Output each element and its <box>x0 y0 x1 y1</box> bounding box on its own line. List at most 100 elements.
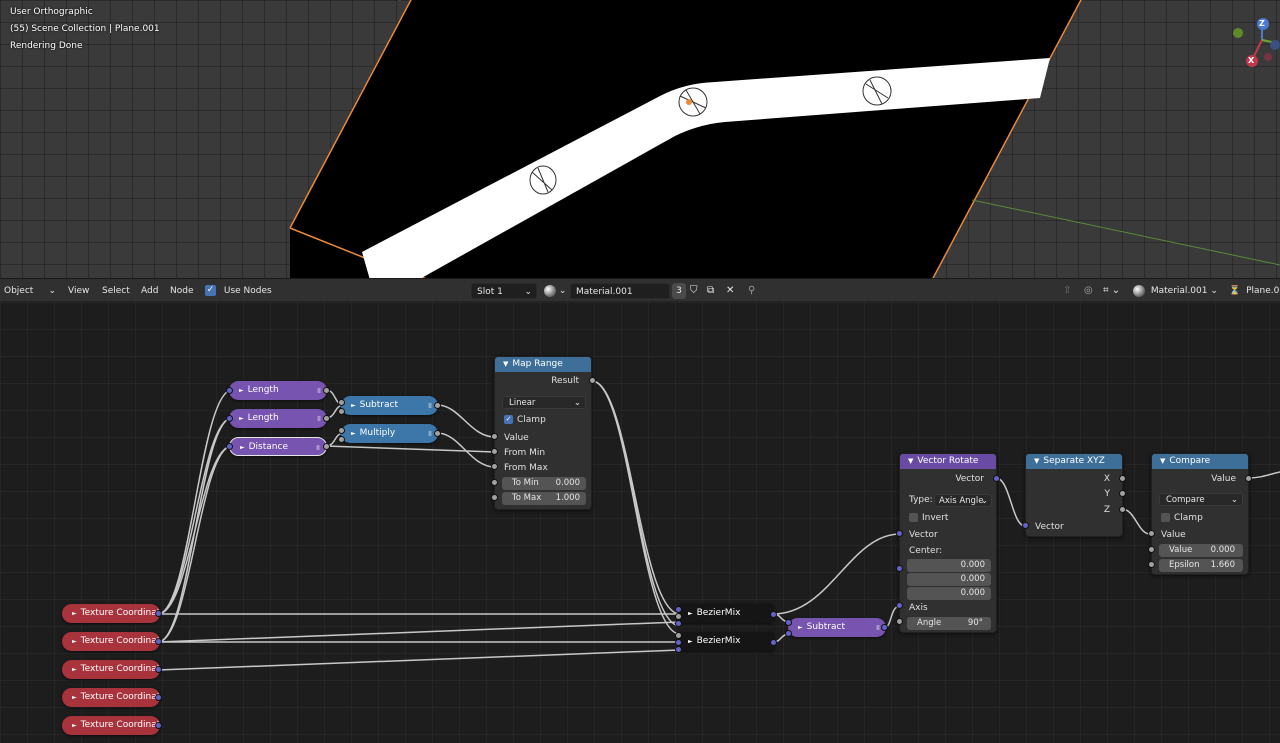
vector-input-socket[interactable] <box>896 530 903 537</box>
output-socket[interactable] <box>881 624 888 631</box>
x-output-socket[interactable] <box>1119 475 1126 482</box>
node-header[interactable]: ▼ Map Range <box>495 357 591 372</box>
right-material-select[interactable]: Material.001 ⌄ <box>1133 283 1223 299</box>
output-socket[interactable] <box>323 415 330 422</box>
beziermix-node-1[interactable]: ► BezierMix <box>678 604 774 623</box>
separate-xyz-node[interactable]: ▼ Separate XYZ X Y Z Vector <box>1025 453 1123 537</box>
node-editor-canvas[interactable]: ► Length ॥ ► Length ॥ ► Distance ॥ ► Subtract ॥ … <box>0 302 1280 743</box>
map-range-node[interactable]: ▼ Map Range Result Linear ⌄ ✓ Clamp Value F… <box>494 356 592 510</box>
vector-rotate-node[interactable]: ▼ Vector Rotate Vector Type: Axis Angle ⌄ … <box>899 453 997 633</box>
angle-field[interactable]: Angle 90° <box>907 617 991 630</box>
use-nodes-toggle[interactable]: ✓ Use Nodes <box>205 283 272 299</box>
axis-input-socket[interactable] <box>896 602 903 609</box>
to-min-input-socket[interactable] <box>491 479 498 486</box>
texture-coordinate-node-2[interactable]: ► Texture Coordinat <box>62 632 160 651</box>
object-select[interactable]: ⏳ Plane.0 <box>1229 283 1279 299</box>
input-socket[interactable] <box>675 606 682 613</box>
vector-input-socket[interactable] <box>1022 522 1029 529</box>
invert-checkbox[interactable]: ✓ Invert <box>900 511 996 525</box>
input-socket[interactable] <box>785 630 792 637</box>
input-socket[interactable] <box>338 436 345 443</box>
output-socket[interactable] <box>770 639 777 646</box>
value-output-socket[interactable] <box>1245 475 1252 482</box>
unlink-close-icon[interactable]: ✕ <box>726 283 734 299</box>
z-output-socket[interactable] <box>1119 506 1126 513</box>
backdrop-icon[interactable]: ◎ <box>1084 283 1093 299</box>
menu-add[interactable]: Add <box>141 283 158 299</box>
input-socket[interactable] <box>226 387 233 394</box>
interpolation-select[interactable]: Linear ⌄ <box>502 396 586 409</box>
input-socket[interactable] <box>338 427 345 434</box>
gizmo-z-label[interactable]: Z <box>1259 19 1265 28</box>
texture-coordinate-node-4[interactable]: ► Texture Coordinat <box>62 688 160 707</box>
input-socket[interactable] <box>675 620 682 627</box>
texture-coordinate-node-5[interactable]: ► Texture Coordinat <box>62 716 160 735</box>
compare-node[interactable]: ▼Compare Value Compare⌄ ✓Clamp Value Val… <box>1151 453 1249 575</box>
output-socket[interactable] <box>155 638 162 645</box>
parent-node-tree-icon[interactable]: ⇧ <box>1063 283 1071 299</box>
input-socket[interactable] <box>675 613 682 620</box>
value-field[interactable]: Value 0.000 <box>1159 544 1243 557</box>
output-socket[interactable] <box>155 666 162 673</box>
menu-node[interactable]: Node <box>170 283 194 299</box>
menu-view[interactable]: View <box>68 283 89 299</box>
center-z-field[interactable]: 0.000 <box>907 587 991 600</box>
snapping-icon[interactable]: ⌗ ⌄ <box>1103 283 1120 299</box>
input-socket[interactable] <box>338 408 345 415</box>
pin-icon[interactable]: ⚲ <box>748 283 755 299</box>
input-socket[interactable] <box>675 646 682 653</box>
epsilon-input-socket[interactable] <box>1148 561 1155 568</box>
center-input-socket[interactable] <box>896 565 903 572</box>
output-socket[interactable] <box>155 694 162 701</box>
type-select[interactable]: Axis Angle ⌄ <box>934 494 992 507</box>
output-socket[interactable] <box>155 610 162 617</box>
node-header[interactable]: ▼ Separate XYZ <box>1026 454 1122 469</box>
input-socket[interactable] <box>675 639 682 646</box>
center-y-field[interactable]: 0.000 <box>907 573 991 586</box>
result-output-socket[interactable] <box>589 377 596 384</box>
beziermix-node-2[interactable]: ► BezierMix <box>678 632 774 651</box>
slot-select[interactable]: Slot 1 ⌄ <box>471 283 537 299</box>
fake-user-shield-icon[interactable]: ⛉ <box>690 283 698 299</box>
to-min-field[interactable]: To Min 0.000 <box>502 477 586 490</box>
clamp-checkbox[interactable]: ✓ Clamp <box>1152 511 1248 525</box>
3d-viewport[interactable]: User Orthographic (55) Scene Collection … <box>0 0 1280 278</box>
output-socket[interactable] <box>434 430 441 437</box>
texture-coordinate-node-1[interactable]: ► Texture Coordinat <box>62 604 160 623</box>
subtract-node-1[interactable]: ► Subtract ॥ <box>341 396 438 415</box>
center-x-field[interactable]: 0.000 <box>907 559 991 572</box>
length-node-2[interactable]: ► Length ॥ <box>229 409 327 428</box>
output-socket[interactable] <box>323 387 330 394</box>
subtract-node-2[interactable]: ► Subtract ॥ <box>788 618 886 637</box>
output-socket[interactable] <box>434 402 441 409</box>
angle-input-socket[interactable] <box>896 618 903 625</box>
multiply-node[interactable]: ► Multiply ॥ <box>341 424 438 443</box>
menu-select[interactable]: Select <box>102 283 130 299</box>
input-socket[interactable] <box>675 632 682 639</box>
distance-node[interactable]: ► Distance ॥ <box>229 437 327 456</box>
material-browse-button[interactable]: ⌄ <box>544 283 568 299</box>
input-socket[interactable] <box>226 415 233 422</box>
from-max-input-socket[interactable] <box>491 463 498 470</box>
clamp-checkbox[interactable]: ✓ Clamp <box>495 413 591 427</box>
operation-select[interactable]: Compare ⌄ <box>1159 493 1243 506</box>
vector-output-socket[interactable] <box>993 475 1000 482</box>
to-max-input-socket[interactable] <box>491 494 498 501</box>
value-input-socket[interactable] <box>491 433 498 440</box>
length-node-1[interactable]: ► Length ॥ <box>229 381 327 400</box>
input-socket[interactable] <box>226 443 233 450</box>
y-output-socket[interactable] <box>1119 490 1126 497</box>
duplicate-icon[interactable]: ⧉ <box>707 283 714 299</box>
input-socket[interactable] <box>785 619 792 626</box>
material-name-field[interactable]: Material.001 <box>570 283 670 299</box>
node-header[interactable]: ▼ Vector Rotate <box>900 454 996 469</box>
texture-coordinate-node-3[interactable]: ► Texture Coordinat <box>62 660 160 679</box>
value-field-socket[interactable] <box>1148 546 1155 553</box>
gizmo-x-label[interactable]: X <box>1248 56 1254 65</box>
output-socket[interactable] <box>155 722 162 729</box>
to-max-field[interactable]: To Max 1.000 <box>502 492 586 505</box>
epsilon-field[interactable]: Epsilon 1.660 <box>1159 559 1243 572</box>
output-socket[interactable] <box>770 611 777 618</box>
from-min-input-socket[interactable] <box>491 448 498 455</box>
value-input-socket[interactable] <box>1148 530 1155 537</box>
